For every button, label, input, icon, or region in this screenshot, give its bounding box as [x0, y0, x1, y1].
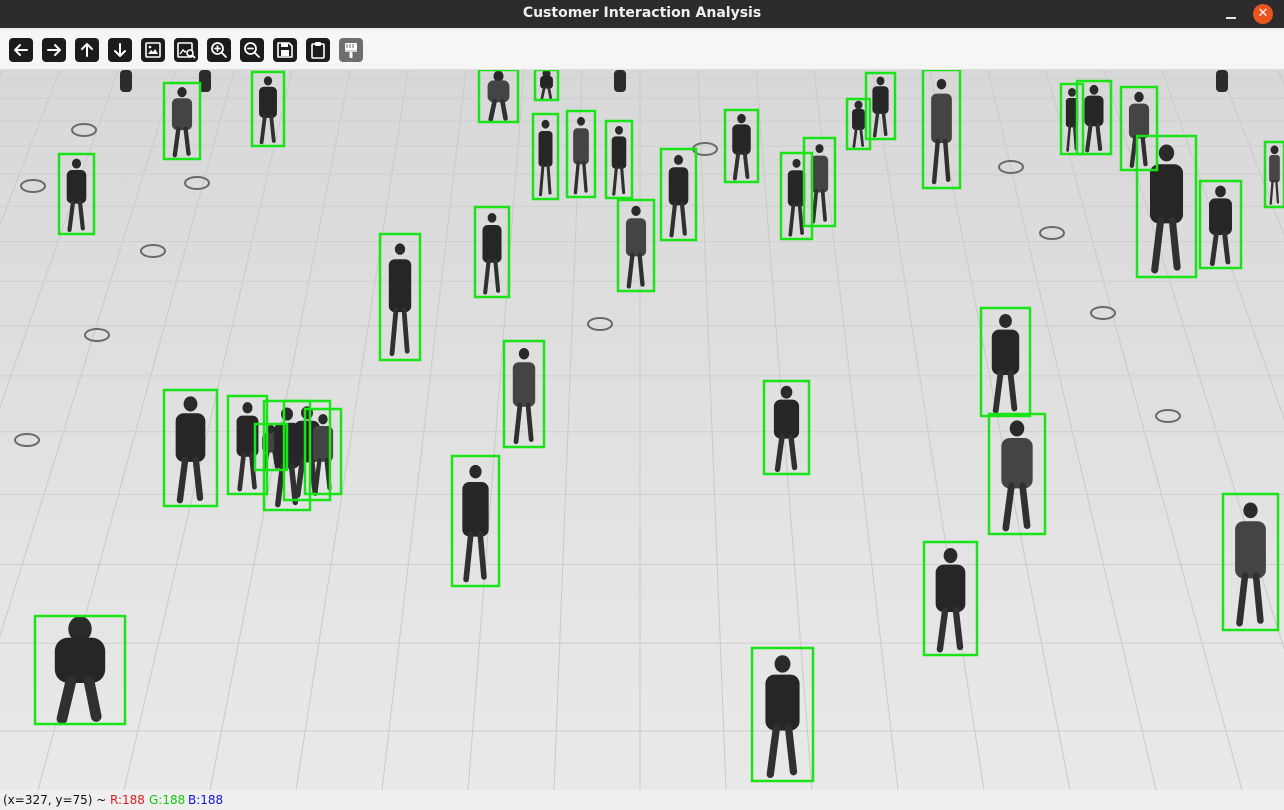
- pan-left-button[interactable]: [9, 38, 33, 62]
- pedestrian: [120, 70, 132, 92]
- copy-clipboard-button[interactable]: [306, 38, 330, 62]
- title-bar: Customer Interaction Analysis ✕: [0, 0, 1284, 28]
- image-canvas[interactable]: [0, 70, 1284, 790]
- pixel-red-value: R:188: [110, 793, 145, 807]
- arrow-right-icon: [47, 44, 61, 56]
- zoom-fit-button[interactable]: [141, 38, 165, 62]
- minimize-button[interactable]: [1221, 4, 1241, 24]
- floppy-disk-icon: [277, 42, 293, 58]
- zoom-original-button[interactable]: [174, 38, 198, 62]
- clipboard-icon: [311, 42, 325, 59]
- arrow-left-icon: [14, 44, 28, 56]
- window-title: Customer Interaction Analysis: [522, 5, 762, 21]
- image-search-icon: [177, 42, 196, 59]
- zoom-in-icon: [211, 42, 227, 58]
- zoom-out-icon: [244, 42, 260, 58]
- app-window: Customer Interaction Analysis ✕ (x=327, …: [0, 0, 1284, 810]
- close-button[interactable]: ✕: [1253, 4, 1273, 24]
- toolbar: [0, 30, 1284, 70]
- status-bar: (x=327, y=75) ~ R:188 G:188 B:188: [0, 790, 1284, 810]
- pedestrian: [1216, 70, 1228, 92]
- pan-right-button[interactable]: [42, 38, 66, 62]
- image-icon: [145, 42, 161, 58]
- arrow-up-icon: [81, 43, 93, 57]
- arrow-down-icon: [114, 43, 126, 57]
- pan-down-button[interactable]: [108, 38, 132, 62]
- pan-up-button[interactable]: [75, 38, 99, 62]
- save-button[interactable]: [273, 38, 297, 62]
- surveillance-image: [0, 70, 1284, 790]
- pixel-green-value: G:188: [149, 793, 186, 807]
- zoom-out-button[interactable]: [240, 38, 264, 62]
- paint-brush-icon: [345, 43, 357, 58]
- zoom-in-button[interactable]: [207, 38, 231, 62]
- cursor-coordinates: (x=327, y=75) ~: [3, 793, 107, 807]
- pedestrian: [614, 70, 626, 92]
- pixel-blue-value: B:188: [188, 793, 224, 807]
- properties-button[interactable]: [339, 38, 363, 62]
